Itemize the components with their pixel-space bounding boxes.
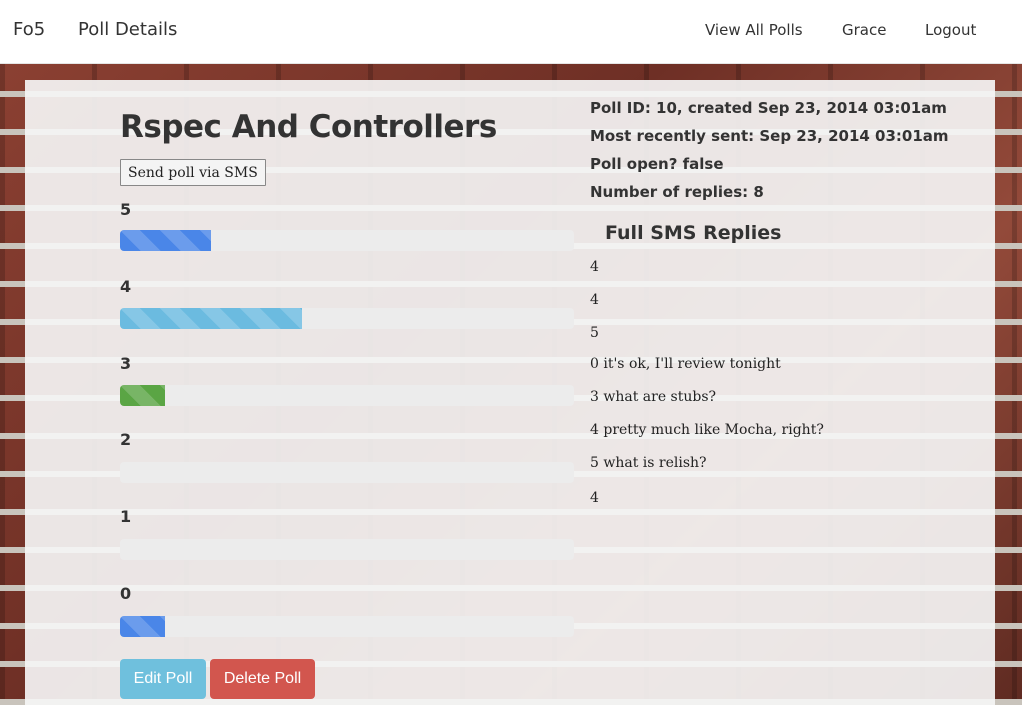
option-bar-track-4 [120,308,574,329]
poll-open-info: Poll open? false [590,155,724,173]
option-label-0: 0 [120,584,132,603]
option-bar-fill-0 [120,616,166,637]
option-bar-track-3 [120,385,574,406]
send-sms-button[interactable]: Send poll via SMS [120,159,266,186]
option-bar-fill-4 [120,308,302,329]
logout-link[interactable]: Logout [925,21,976,39]
recently-sent-info: Most recently sent: Sep 23, 2014 03:01am [590,127,949,145]
reply-item: 3 what are stubs? [590,389,717,405]
option-bar-track-2 [120,462,574,483]
replies-heading: Full SMS Replies [605,222,782,244]
option-bar-track-0 [120,616,574,637]
brand-link[interactable]: Fo5 [13,19,45,40]
edit-poll-button[interactable]: Edit Poll [120,659,206,699]
reply-item: 4 [590,490,599,506]
reply-item: 5 what is relish? [590,455,707,471]
reply-item: 4 [590,292,599,308]
view-all-polls-link[interactable]: View All Polls [705,21,803,39]
option-label-3: 3 [120,354,132,373]
option-bar-track-1 [120,539,574,560]
delete-poll-button[interactable]: Delete Poll [210,659,315,699]
option-label-2: 2 [120,430,132,449]
option-label-5: 5 [120,200,132,219]
poll-id-info: Poll ID: 10, created Sep 23, 2014 03:01a… [590,99,947,117]
option-bar-fill-3 [120,385,166,406]
reply-item: 5 [590,325,599,341]
reply-item: 0 it's ok, I'll review tonight [590,356,781,372]
option-bar-track-5 [120,230,574,251]
page-title-link[interactable]: Poll Details [78,19,177,40]
option-label-1: 1 [120,507,132,526]
option-label-4: 4 [120,277,132,296]
reply-item: 4 pretty much like Mocha, right? [590,422,824,438]
reply-item: 4 [590,259,599,275]
poll-title: Rspec And Controllers [120,109,497,145]
user-name-link[interactable]: Grace [842,21,886,39]
num-replies-info: Number of replies: 8 [590,183,764,201]
navbar: Fo5 Poll Details View All Polls Grace Lo… [0,0,1022,64]
option-bar-fill-5 [120,230,211,251]
